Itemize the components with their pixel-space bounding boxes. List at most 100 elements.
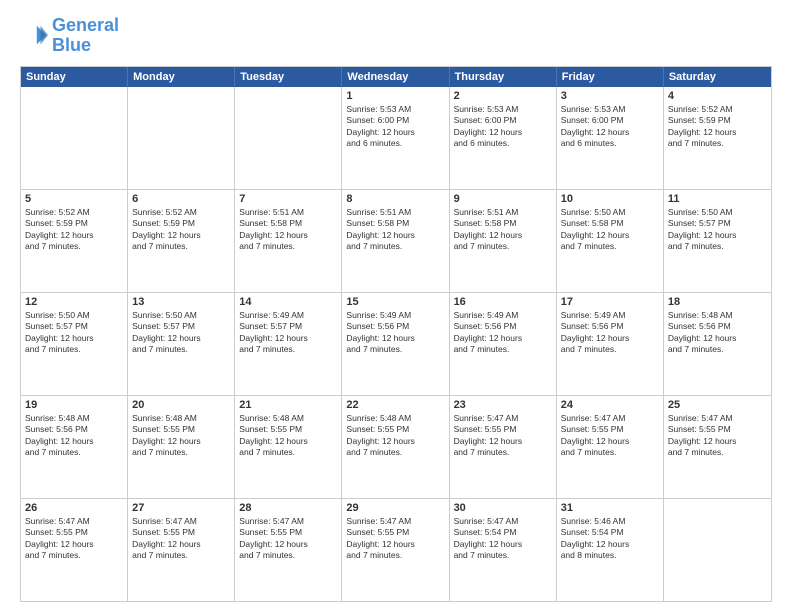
cell-line: and 7 minutes. [132,550,230,561]
cell-line: Sunset: 5:55 PM [132,527,230,538]
calendar-cell [21,87,128,189]
calendar-cell: 27Sunrise: 5:47 AMSunset: 5:55 PMDayligh… [128,499,235,601]
cell-line: Daylight: 12 hours [561,333,659,344]
cell-line: Daylight: 12 hours [668,230,767,241]
calendar: SundayMondayTuesdayWednesdayThursdayFrid… [20,66,772,602]
day-number: 20 [132,399,230,411]
cell-line: and 6 minutes. [454,138,552,149]
cell-line: Sunset: 6:00 PM [346,115,444,126]
day-number: 4 [668,90,767,102]
cell-line: Daylight: 12 hours [561,539,659,550]
weekday-header: Sunday [21,67,128,87]
cell-line: Daylight: 12 hours [346,539,444,550]
cell-line: Sunrise: 5:48 AM [132,413,230,424]
cell-line: Sunrise: 5:48 AM [25,413,123,424]
cell-line: and 7 minutes. [346,447,444,458]
cell-line: and 6 minutes. [346,138,444,149]
day-number: 24 [561,399,659,411]
calendar-row: 1Sunrise: 5:53 AMSunset: 6:00 PMDaylight… [21,87,771,189]
calendar-cell [128,87,235,189]
calendar-cell: 8 Sunrise: 5:51 AMSunset: 5:58 PMDaylight… [342,190,449,292]
calendar-cell: 28Sunrise: 5:47 AMSunset: 5:55 PMDayligh… [235,499,342,601]
cell-line: Sunrise: 5:51 AM [346,207,444,218]
cell-line: Sunrise: 5:47 AM [454,413,552,424]
calendar-cell [664,499,771,601]
cell-line: Daylight: 12 hours [25,333,123,344]
calendar-cell: 26Sunrise: 5:47 AMSunset: 5:55 PMDayligh… [21,499,128,601]
cell-line: Sunset: 5:57 PM [25,321,123,332]
day-number: 21 [239,399,337,411]
cell-line: Sunrise: 5:47 AM [239,516,337,527]
cell-line: Sunrise: 5:48 AM [668,310,767,321]
calendar-cell: 1Sunrise: 5:53 AMSunset: 6:00 PMDaylight… [342,87,449,189]
cell-line: and 7 minutes. [561,447,659,458]
day-number: 29 [346,502,444,514]
cell-line: Sunrise: 5:52 AM [132,207,230,218]
cell-line: and 7 minutes. [239,241,337,252]
cell-line: Sunset: 5:57 PM [668,218,767,229]
cell-line: Sunset: 5:56 PM [25,424,123,435]
day-number: 5 [25,193,123,205]
cell-line: Sunset: 5:58 PM [346,218,444,229]
calendar-cell: 5Sunrise: 5:52 AMSunset: 5:59 PMDaylight… [21,190,128,292]
cell-line: Sunrise: 5:52 AM [668,104,767,115]
header: General Blue [20,16,772,56]
cell-line: and 7 minutes. [668,138,767,149]
day-number: 10 [561,193,659,205]
cell-line: Sunrise: 5:53 AM [561,104,659,115]
day-number: 7 [239,193,337,205]
cell-line: Sunset: 5:54 PM [454,527,552,538]
calendar-cell: 21Sunrise: 5:48 AMSunset: 5:55 PMDayligh… [235,396,342,498]
logo: General Blue [20,16,119,56]
cell-line: Sunrise: 5:48 AM [239,413,337,424]
calendar-cell: 18Sunrise: 5:48 AMSunset: 5:56 PMDayligh… [664,293,771,395]
cell-line: Sunrise: 5:49 AM [561,310,659,321]
calendar-cell: 19Sunrise: 5:48 AMSunset: 5:56 PMDayligh… [21,396,128,498]
cell-line: and 7 minutes. [25,344,123,355]
cell-line: Daylight: 12 hours [346,230,444,241]
day-number: 8 [346,193,444,205]
cell-line: Daylight: 12 hours [454,333,552,344]
cell-line: and 7 minutes. [132,447,230,458]
weekday-header: Wednesday [342,67,449,87]
cell-line: Sunset: 5:54 PM [561,527,659,538]
cell-line: Daylight: 12 hours [346,127,444,138]
cell-line: and 7 minutes. [346,550,444,561]
calendar-cell: 22Sunrise: 5:48 AMSunset: 5:55 PMDayligh… [342,396,449,498]
cell-line: and 7 minutes. [454,344,552,355]
cell-line: Sunrise: 5:53 AM [346,104,444,115]
calendar-cell: 10Sunrise: 5:50 AMSunset: 5:58 PMDayligh… [557,190,664,292]
day-number: 15 [346,296,444,308]
calendar-cell: 9Sunrise: 5:51 AMSunset: 5:58 PMDaylight… [450,190,557,292]
day-number: 3 [561,90,659,102]
cell-line: Daylight: 12 hours [454,539,552,550]
calendar-cell: 20Sunrise: 5:48 AMSunset: 5:55 PMDayligh… [128,396,235,498]
cell-line: Daylight: 12 hours [132,333,230,344]
weekday-header: Friday [557,67,664,87]
cell-line: Sunrise: 5:49 AM [346,310,444,321]
cell-line: Daylight: 12 hours [454,127,552,138]
day-number: 27 [132,502,230,514]
cell-line: and 7 minutes. [239,447,337,458]
cell-line: Daylight: 12 hours [239,333,337,344]
cell-line: Daylight: 12 hours [132,230,230,241]
cell-line: Sunset: 5:55 PM [239,527,337,538]
calendar-row: 12Sunrise: 5:50 AMSunset: 5:57 PMDayligh… [21,292,771,395]
cell-line: and 7 minutes. [25,241,123,252]
cell-line: Sunrise: 5:51 AM [454,207,552,218]
cell-line: Daylight: 12 hours [132,436,230,447]
logo-text: General Blue [52,16,119,56]
cell-line: Daylight: 12 hours [239,436,337,447]
cell-line: and 6 minutes. [561,138,659,149]
cell-line: Sunrise: 5:47 AM [132,516,230,527]
day-number: 31 [561,502,659,514]
cell-line: Sunset: 6:00 PM [454,115,552,126]
cell-line: Daylight: 12 hours [561,230,659,241]
calendar-cell: 30Sunrise: 5:47 AMSunset: 5:54 PMDayligh… [450,499,557,601]
day-number: 13 [132,296,230,308]
day-number: 12 [25,296,123,308]
cell-line: and 7 minutes. [454,241,552,252]
cell-line: and 7 minutes. [454,447,552,458]
day-number: 9 [454,193,552,205]
calendar-cell: 17Sunrise: 5:49 AMSunset: 5:56 PMDayligh… [557,293,664,395]
